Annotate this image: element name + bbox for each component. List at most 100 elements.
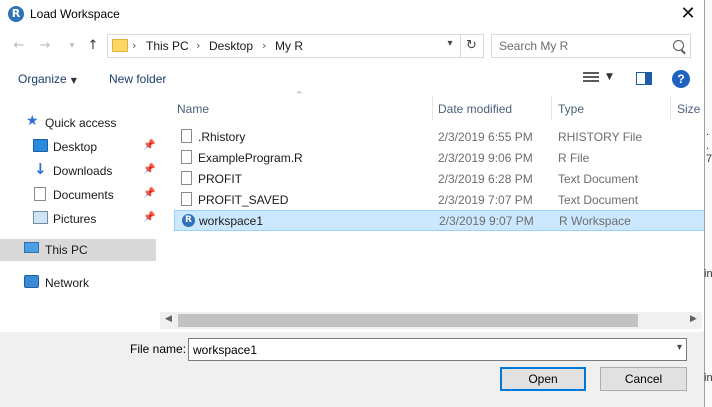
background-text: 7 [706, 153, 712, 165]
scrollbar-thumb[interactable] [178, 314, 638, 327]
file-type: R File [558, 151, 590, 165]
sidebar-item-this-pc[interactable]: This PC [0, 239, 156, 261]
sidebar-item-pictures[interactable]: Pictures 📌 [0, 208, 156, 230]
file-name: PROFIT_SAVED [198, 193, 289, 207]
background-text: in [704, 268, 712, 280]
new-folder-button[interactable]: New folder [109, 72, 166, 86]
address-bar[interactable]: › This PC › Desktop › My R ▾ ↻ [107, 34, 484, 58]
file-row-selected[interactable]: R workspace1 2/3/2019 9:07 PM R Workspac… [174, 210, 712, 231]
file-date: 2/3/2019 9:06 PM [438, 151, 533, 165]
file-icon [181, 129, 192, 143]
title-bar: R Load Workspace ✕ [0, 0, 704, 30]
help-icon[interactable]: ? [672, 70, 690, 88]
refresh-icon[interactable]: ↻ [460, 35, 482, 57]
organize-label: Organize [18, 72, 67, 86]
sidebar-item-label: Documents [53, 188, 114, 202]
r-app-icon: R [8, 6, 24, 22]
pin-icon[interactable]: 📌 [143, 188, 155, 199]
organize-button[interactable]: Organize ▼ [18, 72, 77, 86]
breadcrumb-separator-icon: › [262, 39, 267, 52]
view-options-chevron-icon[interactable]: ▼ [606, 72, 613, 82]
file-icon [181, 171, 192, 185]
pin-icon[interactable]: 📌 [143, 164, 155, 175]
breadcrumb-desktop[interactable]: Desktop [209, 39, 253, 53]
sidebar-item-label: Pictures [53, 212, 97, 226]
window-title: Load Workspace [30, 7, 120, 21]
up-arrow-icon[interactable]: ↑ [84, 36, 102, 56]
navigation-pane: ★ Quick access Desktop 📌 ↓ Downloads 📌 D… [0, 96, 157, 336]
file-type: R Workspace [559, 214, 631, 228]
file-list: ^ Name Date modified Type Size .Rhistory… [158, 90, 712, 332]
column-header-name[interactable]: Name [177, 102, 209, 116]
cancel-button[interactable]: Cancel [600, 367, 687, 391]
sidebar-item-documents[interactable]: Documents 📌 [0, 184, 156, 206]
sidebar-item-network[interactable]: Network [0, 272, 156, 294]
file-row[interactable]: PROFIT 2/3/2019 6:28 PM Text Document [174, 168, 712, 189]
close-button[interactable]: ✕ [676, 2, 700, 26]
file-type: Text Document [558, 172, 639, 186]
r-workspace-icon: R [182, 214, 195, 227]
column-divider[interactable] [551, 96, 552, 120]
preview-pane-icon[interactable] [636, 72, 652, 85]
computer-icon [24, 242, 39, 253]
sidebar-item-label: This PC [45, 243, 88, 257]
recent-locations-chevron-icon[interactable]: ▾ [63, 36, 81, 56]
horizontal-scrollbar[interactable]: ◀ ▶ [160, 312, 702, 329]
file-type: Text Document [558, 193, 639, 207]
address-dropdown-icon[interactable]: ▾ [442, 38, 458, 49]
sidebar-item-label: Downloads [53, 164, 113, 178]
forward-arrow-icon[interactable]: → [36, 36, 54, 56]
breadcrumb-separator-icon: › [196, 39, 201, 52]
file-name: .Rhistory [198, 130, 246, 144]
chevron-down-icon[interactable]: ▾ [677, 342, 682, 353]
open-button[interactable]: Open [500, 367, 586, 391]
file-date: 2/3/2019 6:55 PM [438, 130, 533, 144]
folder-icon [112, 39, 128, 52]
background-text: in [704, 372, 712, 384]
sidebar-item-label: Desktop [53, 140, 98, 154]
file-name-value: workspace1 [193, 343, 258, 357]
column-header-date-modified[interactable]: Date modified [438, 102, 512, 116]
back-arrow-icon[interactable]: ← [10, 36, 28, 56]
breadcrumb-this-pc[interactable]: This PC [146, 39, 189, 53]
desktop-icon [33, 139, 48, 152]
file-name: ExampleProgram.R [198, 151, 303, 165]
breadcrumb-separator-icon: › [132, 39, 137, 52]
sidebar-item-desktop[interactable]: Desktop 📌 [0, 136, 156, 158]
download-icon: ↓ [34, 160, 47, 178]
pictures-icon [33, 211, 48, 224]
star-icon: ★ [26, 113, 39, 129]
sidebar-item-label: Quick access [45, 116, 117, 130]
file-type: RHISTORY File [558, 130, 643, 144]
sort-ascending-icon: ^ [296, 90, 303, 99]
search-icon [673, 40, 684, 51]
chevron-down-icon: ▼ [70, 76, 77, 85]
file-name-label: File name: [130, 342, 187, 356]
file-name-input[interactable]: workspace1 ▾ [188, 338, 687, 361]
file-row[interactable]: PROFIT_SAVED 2/3/2019 7:07 PM Text Docum… [174, 189, 712, 210]
column-divider[interactable] [670, 96, 671, 120]
column-divider[interactable] [432, 96, 433, 120]
file-icon [181, 192, 192, 206]
search-input[interactable]: Search My R [491, 34, 691, 58]
file-icon [181, 150, 192, 164]
file-name: workspace1 [199, 214, 264, 228]
background-window-edge [704, 0, 712, 407]
column-header-type[interactable]: Type [558, 102, 584, 116]
file-date: 2/3/2019 9:07 PM [439, 214, 534, 228]
file-date: 2/3/2019 6:28 PM [438, 172, 533, 186]
change-view-icon[interactable] [583, 72, 599, 84]
file-row[interactable]: .Rhistory 2/3/2019 6:55 PM RHISTORY File [174, 126, 712, 147]
scroll-right-icon[interactable]: ▶ [690, 314, 697, 324]
pin-icon[interactable]: 📌 [143, 212, 155, 223]
file-row[interactable]: ExampleProgram.R 2/3/2019 9:06 PM R File [174, 147, 712, 168]
sidebar-item-label: Network [45, 276, 90, 290]
background-text: . [706, 126, 710, 138]
sidebar-item-quick-access[interactable]: ★ Quick access [0, 112, 156, 134]
breadcrumb-my-r[interactable]: My R [275, 39, 303, 53]
sidebar-item-downloads[interactable]: ↓ Downloads 📌 [0, 160, 156, 182]
pin-icon[interactable]: 📌 [143, 140, 155, 151]
column-header-size[interactable]: Size [677, 102, 700, 116]
background-text: . [706, 140, 710, 152]
scroll-left-icon[interactable]: ◀ [165, 314, 172, 324]
